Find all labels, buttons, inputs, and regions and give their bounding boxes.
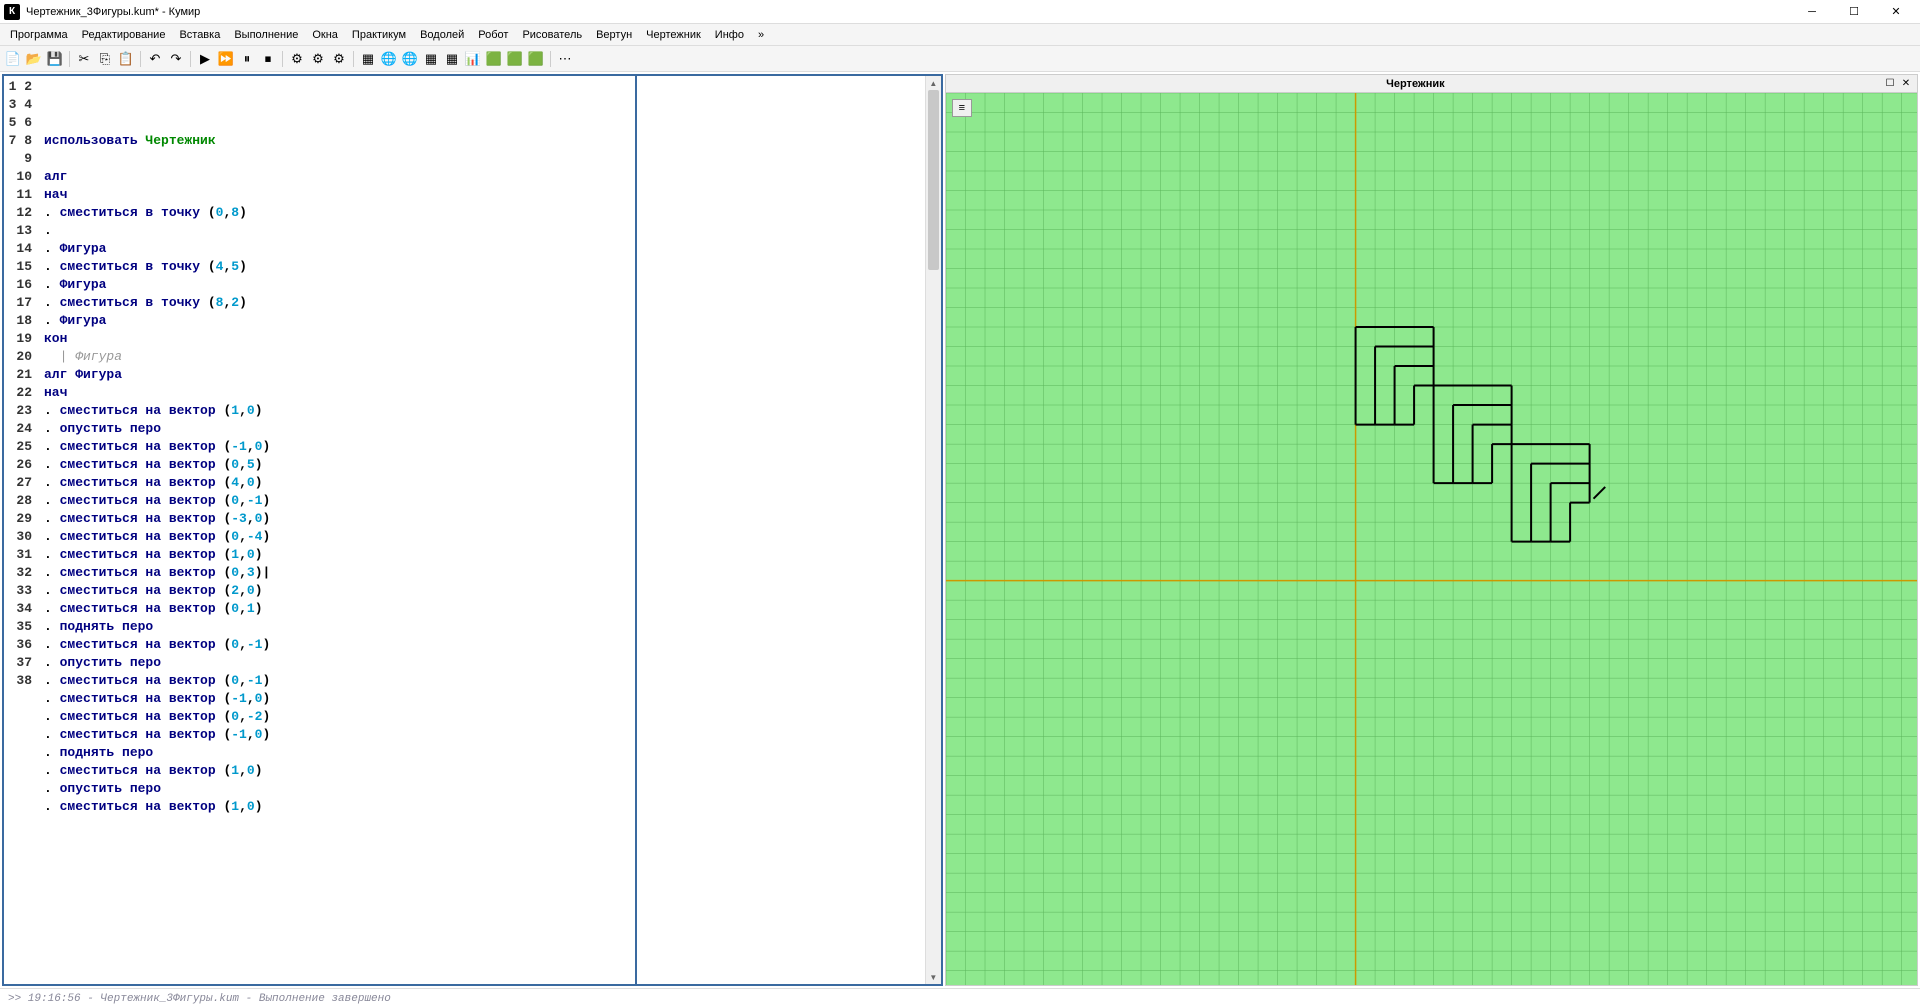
cut-icon[interactable]: ✂ bbox=[75, 50, 93, 68]
tool2-icon[interactable]: ⚙ bbox=[309, 50, 327, 68]
line-gutter: 1 2 3 4 5 6 7 8 9 10 11 12 13 14 15 16 1… bbox=[4, 76, 40, 984]
minimize-button[interactable]: ─ bbox=[1800, 3, 1824, 21]
save-file-icon[interactable]: 💾 bbox=[46, 50, 64, 68]
menu-окна[interactable]: Окна bbox=[306, 27, 344, 43]
code-editor[interactable]: использовать Чертежник алгнач. сместитьс… bbox=[40, 76, 925, 984]
titlebar: К Чертежник_3Фигуры.kum* - Кумир ─ ☐ ✕ bbox=[0, 0, 1920, 24]
step-icon[interactable]: ⏩ bbox=[217, 50, 235, 68]
tool3-icon[interactable]: ⚙ bbox=[330, 50, 348, 68]
scroll-up-icon[interactable]: ▲ bbox=[926, 76, 941, 90]
tool1-icon[interactable]: ⚙ bbox=[288, 50, 306, 68]
world2-icon[interactable]: 🌐 bbox=[380, 50, 398, 68]
grid1-icon[interactable]: ▦ bbox=[422, 50, 440, 68]
undo-icon[interactable]: ↶ bbox=[146, 50, 164, 68]
canvas-title: Чертежник bbox=[950, 78, 1881, 90]
margin-line bbox=[635, 76, 637, 984]
menu-»[interactable]: » bbox=[752, 27, 770, 43]
editor-panel: 1 2 3 4 5 6 7 8 9 10 11 12 13 14 15 16 1… bbox=[2, 74, 943, 986]
copy-icon[interactable]: ⎘ bbox=[96, 50, 114, 68]
stop-icon[interactable]: ⏸ bbox=[238, 50, 256, 68]
menu-рисователь[interactable]: Рисователь bbox=[516, 27, 588, 43]
debug-icon[interactable]: ⏹ bbox=[259, 50, 277, 68]
menu-редактирование[interactable]: Редактирование bbox=[76, 27, 172, 43]
open-file-icon[interactable]: 📂 bbox=[25, 50, 43, 68]
menu-робот[interactable]: Робот bbox=[472, 27, 514, 43]
canvas-header: Чертежник ☐ ✕ bbox=[945, 74, 1918, 92]
menu-практикум[interactable]: Практикум bbox=[346, 27, 412, 43]
new-file-icon[interactable]: 📄 bbox=[4, 50, 22, 68]
toolbar: 📄 📂 💾 ✂ ⎘ 📋 ↶ ↷ ▶ ⏩ ⏸ ⏹ ⚙ ⚙ ⚙ ▦ 🌐 🌐 ▦ ▦ … bbox=[0, 46, 1920, 72]
world1-icon[interactable]: ▦ bbox=[359, 50, 377, 68]
statusbar: >> 19:16:56 - Чертежник_3Фигуры.kum - Вы… bbox=[0, 988, 1920, 1008]
actor1-icon[interactable]: 🟩 bbox=[485, 50, 503, 68]
scroll-thumb[interactable] bbox=[928, 90, 939, 270]
actor2-icon[interactable]: 🟩 bbox=[506, 50, 524, 68]
app-icon: К bbox=[4, 4, 20, 20]
drawing-canvas bbox=[946, 93, 1917, 985]
chart-icon[interactable]: 📊 bbox=[464, 50, 482, 68]
window-title: Чертежник_3Фигуры.kum* - Кумир bbox=[26, 6, 1800, 18]
menu-чертежник[interactable]: Чертежник bbox=[640, 27, 707, 43]
menu-водолей[interactable]: Водолей bbox=[414, 27, 470, 43]
run-icon[interactable]: ▶ bbox=[196, 50, 214, 68]
paste-icon[interactable]: 📋 bbox=[117, 50, 135, 68]
canvas-close-icon[interactable]: ✕ bbox=[1899, 77, 1913, 91]
canvas-menu-icon[interactable]: ≡ bbox=[952, 99, 972, 117]
more-icon[interactable]: ⋯ bbox=[556, 50, 574, 68]
canvas-body[interactable]: ≡ bbox=[945, 92, 1918, 986]
canvas-maximize-icon[interactable]: ☐ bbox=[1883, 77, 1897, 91]
world3-icon[interactable]: 🌐 bbox=[401, 50, 419, 68]
canvas-panel: Чертежник ☐ ✕ ≡ bbox=[945, 74, 1918, 986]
menu-инфо[interactable]: Инфо bbox=[709, 27, 750, 43]
menubar: ПрограммаРедактированиеВставкаВыполнение… bbox=[0, 24, 1920, 46]
menu-вертун[interactable]: Вертун bbox=[590, 27, 638, 43]
menu-программа[interactable]: Программа bbox=[4, 27, 74, 43]
maximize-button[interactable]: ☐ bbox=[1842, 3, 1866, 21]
close-button[interactable]: ✕ bbox=[1884, 3, 1908, 21]
actor3-icon[interactable]: 🟩 bbox=[527, 50, 545, 68]
redo-icon[interactable]: ↷ bbox=[167, 50, 185, 68]
vertical-scrollbar[interactable]: ▲ ▼ bbox=[925, 76, 941, 984]
scroll-down-icon[interactable]: ▼ bbox=[926, 970, 941, 984]
grid2-icon[interactable]: ▦ bbox=[443, 50, 461, 68]
menu-вставка[interactable]: Вставка bbox=[173, 27, 226, 43]
menu-выполнение[interactable]: Выполнение bbox=[228, 27, 304, 43]
